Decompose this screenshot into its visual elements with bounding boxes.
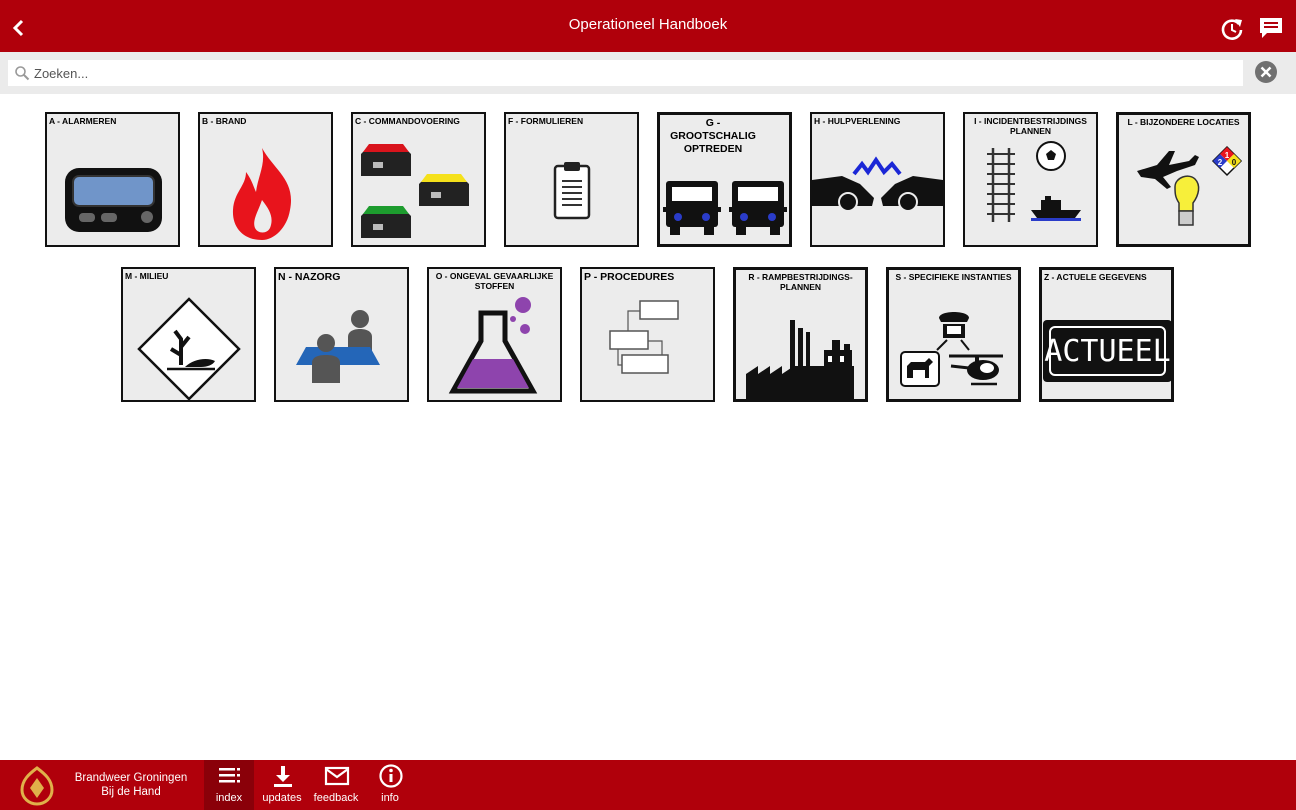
fire-trucks-icon [663,181,787,235]
search-icon [15,66,30,81]
chat-icon[interactable] [1258,15,1284,41]
search-input[interactable] [34,60,1234,86]
tile-ongeval-gevaarlijke-stoffen[interactable]: O - ONGEVAL GEVAARLIJKE STOFFEN [427,267,562,402]
refresh-icon[interactable] [1219,16,1245,42]
search-field[interactable] [8,60,1243,86]
nav-updates[interactable]: updates [257,760,307,810]
rail-ball-ship-icon [987,141,1081,222]
hazard-right-number: 0 [1232,158,1237,167]
nav-info[interactable]: info [365,760,415,810]
car-crash-icon [812,156,943,212]
brand-name: Brandweer Groningen Bij de Hand [74,772,188,798]
clear-search-icon[interactable] [1254,60,1278,84]
tile-incidentbestrijdingsplannen[interactable]: I - INCIDENTBESTRIJDINGS PLANNEN [963,112,1098,247]
tile-alarmeren[interactable]: A - ALARMEREN [45,112,180,247]
bottom-bar: Brandweer Groningen Bij de Hand index up… [0,760,1296,810]
actueel-badge: ACTUEEL [1043,320,1172,382]
aftercare-people-icon [296,310,380,383]
download-icon [274,766,292,787]
tile-bijzondere-locaties[interactable]: L - BIJZONDERE LOCATIES 1 2 0 [1116,112,1251,247]
tile-brand[interactable]: B - BRAND [198,112,333,247]
hazard-top-number: 1 [1225,151,1230,160]
tile-rampbestrijdingsplannen[interactable]: R - RAMPBESTRIJDINGS- PLANNEN [733,267,868,402]
clipboard-icon [553,162,591,220]
flame-icon [232,148,292,240]
tile-milieu[interactable]: M - MILIEU [121,267,256,402]
info-icon [379,764,403,788]
environment-hazard-icon [137,297,241,400]
tile-actuele-gegevens[interactable]: Z - ACTUELE GEGEVENS ACTUEEL [1039,267,1174,402]
tile-procedures[interactable]: P - PROCEDURES [580,267,715,402]
pager-icon [65,168,162,232]
brandweer-logo-icon [20,766,54,806]
list-icon [219,768,240,783]
tile-formulieren[interactable]: F - FORMULIEREN [504,112,639,247]
hazard-left-number: 2 [1218,158,1223,167]
tile-hulpverlening[interactable]: H - HULPVERLENING [810,112,945,247]
nav-feedback[interactable]: feedback [311,760,361,810]
flask-icon [448,297,538,394]
mail-icon [324,766,350,786]
search-bar [0,52,1296,94]
tile-commandovoering[interactable]: C - COMMANDOVOERING [351,112,486,247]
tile-grootschalig-optreden[interactable]: G - GROOTSCHALIG OPTREDEN [657,112,792,247]
top-bar: Operationeel Handboek [0,0,1296,52]
flowchart-icon [609,300,679,374]
tile-nazorg[interactable]: N - NAZORG [274,267,409,402]
factory-icon [746,320,854,401]
plane-bulb-hazard-icon: 1 2 0 [1137,145,1243,226]
uniforms-icon [361,144,469,238]
tile-specifieke-instanties[interactable]: S - SPECIFIEKE INSTANTIES [886,267,1021,402]
phone-dog-helicopter-icon [900,312,1003,387]
page-title: Operationeel Handboek [568,16,728,33]
